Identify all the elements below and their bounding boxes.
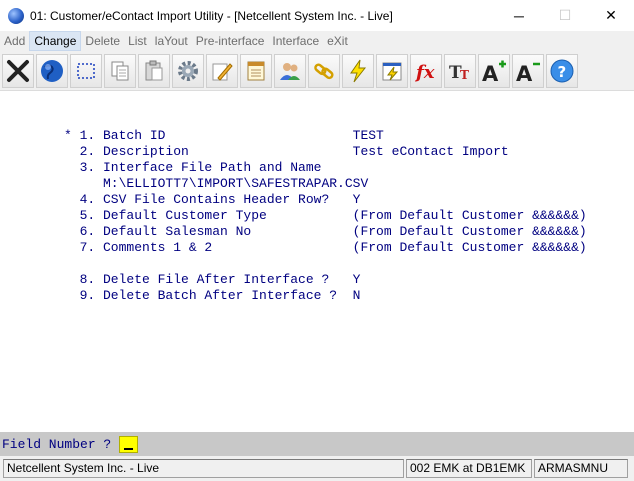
maximize-button[interactable]: ☐ bbox=[542, 0, 588, 31]
status-bar: Netcellent System Inc. - Live 002 EMK at… bbox=[0, 456, 634, 481]
minimize-button[interactable]: ─ bbox=[496, 0, 542, 31]
globe-icon bbox=[41, 59, 63, 82]
users-button[interactable] bbox=[274, 53, 306, 88]
window-title: 01: Customer/eContact Import Utility - [… bbox=[30, 8, 393, 23]
settings-button[interactable] bbox=[172, 53, 204, 88]
menu-pre-interface[interactable]: Pre-interface bbox=[192, 31, 269, 51]
svg-text:A: A bbox=[516, 62, 533, 84]
paste-icon bbox=[145, 60, 163, 80]
font-size-icon: T T bbox=[449, 63, 469, 83]
field-4-csv-header-row: 4. CSV File Contains Header Row? Y bbox=[64, 192, 361, 207]
field-3-interface-file-label: 3. Interface File Path and Name bbox=[64, 160, 322, 175]
close-x-icon bbox=[7, 59, 29, 82]
svg-text:?: ? bbox=[558, 63, 567, 81]
document-run-button[interactable] bbox=[376, 53, 408, 88]
text-cursor bbox=[124, 447, 134, 450]
menu-interface[interactable]: Interface bbox=[268, 31, 323, 51]
gear-icon bbox=[178, 60, 198, 81]
field-7-comments: 7. Comments 1 & 2 (From Default Customer… bbox=[64, 240, 587, 255]
field-number-label: Field Number ? bbox=[2, 436, 112, 452]
select-rectangle-icon bbox=[77, 62, 95, 79]
form-area: * 1. Batch ID TEST 2. Description Test e… bbox=[0, 91, 634, 432]
status-company: Netcellent System Inc. - Live bbox=[3, 459, 404, 478]
field-3-interface-file-path: M:\ELLIOTT7\IMPORT\SAFESTRAPAR.CSV bbox=[64, 176, 369, 191]
svg-text:A: A bbox=[482, 62, 499, 84]
field-6-default-salesman: 6. Default Salesman No (From Default Cus… bbox=[64, 224, 587, 239]
field-2-description: 2. Description Test eContact Import bbox=[64, 144, 509, 159]
field-8-delete-file: 8. Delete File After Interface ? Y bbox=[64, 272, 361, 287]
field-5-default-customer-type: 5. Default Customer Type (From Default C… bbox=[64, 208, 587, 223]
menu-bar: Add Change Delete List laYout Pre-interf… bbox=[0, 31, 634, 51]
users-icon bbox=[280, 62, 300, 80]
decrease-font-icon: A bbox=[516, 62, 540, 84]
menu-layout[interactable]: laYout bbox=[151, 31, 192, 51]
menu-list[interactable]: List bbox=[124, 31, 151, 51]
app-globe-icon bbox=[8, 7, 24, 24]
document-lightning-icon bbox=[382, 62, 402, 80]
edit-pencil-icon bbox=[212, 62, 233, 81]
close-button[interactable]: ✕ bbox=[588, 0, 634, 31]
help-button[interactable]: ? bbox=[546, 53, 578, 88]
status-program: ARMASMNU bbox=[534, 459, 628, 478]
field-number-prompt: Field Number ? bbox=[0, 432, 634, 456]
chain-link-icon bbox=[314, 62, 334, 79]
copy-button[interactable] bbox=[104, 53, 136, 88]
increase-font-icon: A bbox=[482, 60, 506, 84]
globe-button[interactable] bbox=[36, 53, 68, 88]
toolbar: fx T T A A ? bbox=[0, 51, 634, 91]
menu-add[interactable]: Add bbox=[0, 31, 29, 51]
field-9-delete-batch: 9. Delete Batch After Interface ? N bbox=[64, 288, 361, 303]
lightning-icon bbox=[350, 59, 367, 82]
close-x-button[interactable] bbox=[2, 53, 34, 88]
paste-button[interactable] bbox=[138, 53, 170, 88]
menu-change[interactable]: Change bbox=[29, 31, 82, 51]
font-size-button[interactable]: T T bbox=[444, 53, 476, 88]
function-button[interactable]: fx bbox=[410, 53, 442, 88]
function-fx-icon: fx bbox=[414, 62, 435, 83]
copy-icon bbox=[111, 61, 129, 80]
field-number-input[interactable] bbox=[119, 435, 139, 453]
notepad-button[interactable] bbox=[240, 53, 272, 88]
notepad-icon bbox=[247, 61, 265, 80]
increase-font-button[interactable]: A bbox=[478, 53, 510, 88]
svg-text:T: T bbox=[460, 68, 469, 82]
window-controls: ─ ☐ ✕ bbox=[496, 0, 634, 31]
run-button[interactable] bbox=[342, 53, 374, 88]
title-bar: 01: Customer/eContact Import Utility - [… bbox=[0, 0, 634, 31]
menu-exit[interactable]: eXit bbox=[323, 31, 352, 51]
svg-text:fx: fx bbox=[414, 62, 435, 83]
field-1-batch-id: * 1. Batch ID TEST bbox=[64, 128, 384, 143]
menu-delete[interactable]: Delete bbox=[81, 31, 124, 51]
select-rectangle-button[interactable] bbox=[70, 53, 102, 88]
status-user: 002 EMK at DB1EMK bbox=[406, 459, 532, 478]
edit-button[interactable] bbox=[206, 53, 238, 88]
link-button[interactable] bbox=[308, 53, 340, 88]
help-icon: ? bbox=[550, 59, 574, 82]
decrease-font-button[interactable]: A bbox=[512, 53, 544, 88]
